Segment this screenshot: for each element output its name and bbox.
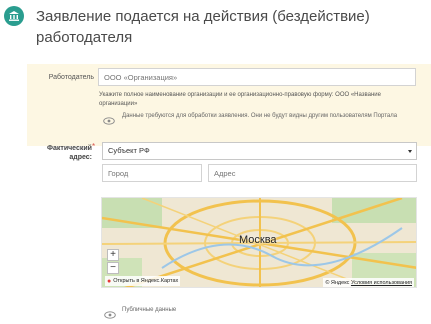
privacy-note: Данные требуются для обработки заявления…	[122, 113, 398, 119]
zoom-out-button[interactable]: −	[107, 262, 119, 274]
street-input[interactable]	[208, 164, 417, 182]
subject-select-value: Субъект РФ	[108, 146, 150, 155]
public-note: Публичные данные	[122, 307, 177, 313]
address-label-text: Фактический адрес:	[47, 145, 92, 161]
map-pin-icon: ●	[107, 277, 112, 285]
chevron-down-icon	[408, 150, 412, 153]
eye-icon	[103, 112, 115, 125]
map-attribution: © Яндекс Условия использования	[323, 278, 414, 287]
building-columns-icon	[4, 6, 24, 26]
required-mark: *	[92, 142, 96, 151]
open-map-link[interactable]: ● Открыть в Яндекс.Картах	[105, 276, 181, 286]
employer-input[interactable]	[98, 68, 416, 86]
employer-hint: Укажите полное наименование организации …	[99, 92, 381, 107]
map-widget[interactable]: Москва + − ● Открыть в Яндекс.Картах © Я…	[101, 197, 417, 288]
page-title: Заявление подается на действия (бездейст…	[36, 8, 370, 46]
city-input[interactable]	[102, 164, 202, 182]
eye-icon	[104, 306, 116, 319]
map-city-label: Москва	[239, 234, 277, 246]
map-terms-link[interactable]: Условия использования	[351, 280, 412, 286]
employer-label: Работодатель	[48, 74, 94, 81]
address-label: Фактический адрес:	[30, 144, 92, 162]
map-provider: Яндекс	[330, 279, 350, 286]
zoom-in-button[interactable]: +	[107, 249, 119, 261]
subject-select[interactable]: Субъект РФ	[102, 142, 417, 160]
open-map-link-text: Открыть в Яндекс.Картах	[113, 278, 179, 284]
